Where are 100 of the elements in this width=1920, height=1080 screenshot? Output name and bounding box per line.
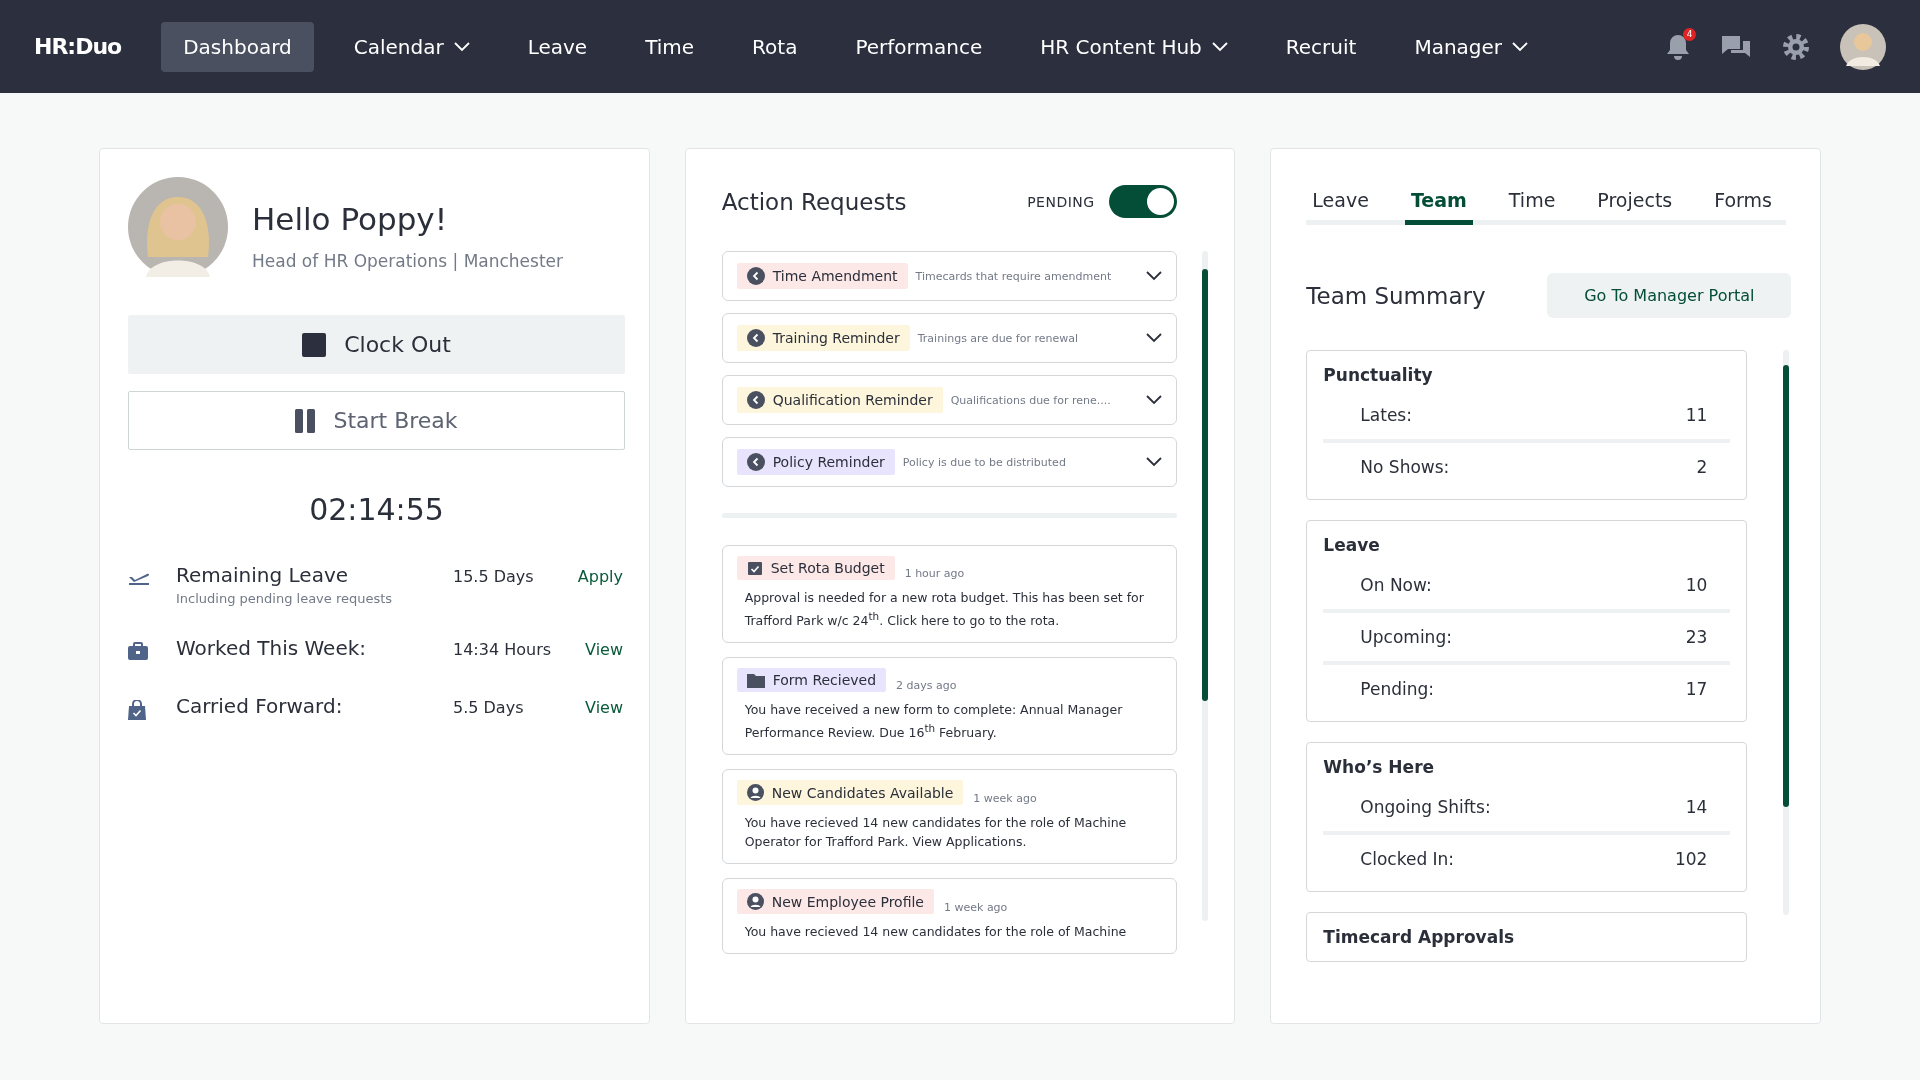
- tab[interactable]: Forms: [1708, 189, 1778, 225]
- request-description: Policy is due to be distributed: [902, 455, 1066, 469]
- stat-value: 15.5 Days: [453, 566, 535, 586]
- stop-icon: [302, 332, 327, 357]
- summary-value: 17: [1685, 679, 1708, 699]
- nav-item[interactable]: Leave: [505, 21, 610, 72]
- card-title: Action Requests: [721, 188, 907, 215]
- tab[interactable]: Time: [1502, 189, 1562, 225]
- notification-badge: 4: [1683, 27, 1696, 41]
- chevron-down-icon: [1145, 271, 1162, 281]
- logo[interactable]: HR:Duo: [34, 34, 122, 59]
- notification-card[interactable]: New Candidates Available 1 week ago You have recieved 14 new candidates for the role of Machine Operator for Trafford Park. View Applications.: [721, 769, 1177, 865]
- chevron-down-icon: [1145, 333, 1162, 343]
- summary-value: 14: [1685, 797, 1708, 817]
- group-title: Who’s Here: [1323, 757, 1436, 777]
- stat-link[interactable]: View: [563, 694, 623, 717]
- nav-item[interactable]: Manager: [1392, 21, 1551, 72]
- job-title: Head of HR Operations | Manchester: [252, 251, 564, 271]
- request-description: Qualifications due for rene....: [950, 393, 1111, 407]
- notification-text: You have recieved 14 new candidates for the role of Machine Operator for Trafford Park. View Applications.: [743, 814, 1128, 852]
- clock-out-button[interactable]: Clock Out: [128, 315, 625, 374]
- tab[interactable]: Leave: [1306, 189, 1375, 225]
- request-tag: Qualification Reminder: [736, 387, 943, 413]
- stat-label: Worked This Week:: [176, 636, 368, 660]
- request-description: Timecards that require amendment: [915, 269, 1112, 283]
- section-title: Team Summary: [1306, 282, 1486, 309]
- nav-item[interactable]: Recruit: [1263, 21, 1379, 72]
- briefcase-icon: [128, 642, 148, 660]
- summary-value: 11: [1685, 405, 1708, 425]
- chevron-down-icon: [1512, 41, 1529, 52]
- chevron-down-icon: [1211, 41, 1228, 52]
- scrollbar[interactable]: [1783, 350, 1790, 915]
- notification-time: 1 week ago: [944, 901, 1008, 915]
- scrollbar[interactable]: [1201, 251, 1208, 921]
- request-row[interactable]: Policy Reminder Policy is due to be distributed: [721, 437, 1177, 487]
- nav-item[interactable]: HR Content Hub: [1018, 21, 1250, 72]
- toggle-label: PENDING: [1027, 193, 1095, 210]
- notification-tag: New Candidates Available: [736, 780, 964, 806]
- request-row[interactable]: Qualification Reminder Qualifications due for rene....: [721, 375, 1177, 425]
- notification-tag: New Employee Profile: [736, 889, 934, 915]
- notification-tag: Set Rota Budget: [736, 556, 895, 580]
- nav-item[interactable]: Performance: [833, 21, 1005, 72]
- manager-portal-button[interactable]: Go To Manager Portal: [1547, 273, 1792, 318]
- pause-icon: [295, 408, 316, 433]
- request-tag: Time Amendment: [736, 263, 908, 289]
- request-row[interactable]: Training Reminder Trainings are due for renewal: [721, 313, 1177, 363]
- notification-time: 1 hour ago: [904, 567, 965, 580]
- summary-label: On Now:: [1360, 575, 1432, 595]
- chevron-down-icon: [1145, 457, 1162, 467]
- notification-card[interactable]: New Employee Profile 1 week ago You have recieved 14 new candidates for the role of Machine: [721, 878, 1177, 955]
- summary-label: Clocked In:: [1360, 849, 1455, 869]
- stat-note: Including pending leave requests: [176, 591, 394, 606]
- notification-text: Approval is needed for a new rota budget. This has been set for Trafford Park w/c 24$^{th}$. Click here to go to the rota.: [743, 589, 1145, 631]
- summary-value: 23: [1685, 627, 1708, 647]
- group-title: Timecard Approvals: [1323, 927, 1516, 947]
- summary-label: No Shows:: [1360, 457, 1450, 477]
- summary-label: Upcoming:: [1360, 627, 1452, 647]
- chat-icon[interactable]: [1720, 33, 1752, 60]
- settings-icon[interactable]: [1782, 32, 1810, 61]
- folder-icon: [746, 672, 765, 688]
- stat-value: 5.5 Days: [453, 697, 525, 717]
- group-title: Punctuality: [1323, 365, 1434, 385]
- nav-item[interactable]: Calendar: [331, 21, 492, 72]
- timer: 02:14:55: [308, 492, 445, 527]
- request-description: Trainings are due for renewal: [917, 331, 1079, 345]
- pending-toggle[interactable]: [1108, 185, 1177, 218]
- start-break-button[interactable]: Start Break: [128, 391, 625, 450]
- chevron-down-icon: [453, 41, 470, 52]
- nav-item[interactable]: Rota: [730, 21, 820, 72]
- summary-label: Ongoing Shifts:: [1360, 797, 1491, 817]
- tab[interactable]: Projects: [1591, 189, 1679, 225]
- user-icon: [746, 893, 764, 911]
- request-row[interactable]: Time Amendment Timecards that require amendment: [721, 251, 1177, 301]
- nav-item[interactable]: Dashboard: [161, 21, 314, 72]
- stat-value: 14:34 Hours: [453, 639, 553, 659]
- stat-link[interactable]: Apply: [563, 563, 623, 586]
- avatar[interactable]: [1840, 23, 1886, 70]
- stat-label: Remaining Leave: [176, 563, 350, 587]
- notification-tag: Form Recieved: [736, 668, 887, 693]
- notification-time: 1 week ago: [973, 792, 1037, 806]
- summary-value: 102: [1674, 849, 1708, 869]
- nav-item[interactable]: Time: [623, 21, 717, 72]
- tab[interactable]: Team: [1404, 189, 1473, 225]
- notification-text: You have received a new form to complete: Annual Manager Performance Review. Due 16$^{th}$ February.: [743, 701, 1124, 743]
- summary-label: Lates:: [1360, 405, 1412, 425]
- notification-time: 2 days ago: [896, 679, 957, 693]
- user-icon: [746, 784, 764, 802]
- request-tag: Policy Reminder: [736, 449, 895, 475]
- calendar-check-icon: [746, 560, 763, 576]
- notification-text: You have recieved 14 new candidates for the role of Machine: [743, 923, 1128, 942]
- chevron-down-icon: [1145, 395, 1162, 405]
- request-tag: Training Reminder: [736, 325, 910, 351]
- group-title: Leave: [1323, 535, 1381, 555]
- summary-value: 10: [1685, 575, 1708, 595]
- notification-card[interactable]: Form Recieved 2 days ago You have received a new form to complete: Annual Manager Performance Review. Due 16$^{th}$ February.: [721, 657, 1177, 756]
- stat-link[interactable]: View: [563, 636, 623, 659]
- summary-label: Pending:: [1360, 679, 1435, 699]
- shopping-bag-icon: [128, 700, 146, 720]
- summary-value: 2: [1696, 457, 1708, 477]
- notification-card[interactable]: Set Rota Budget 1 hour ago Approval is needed for a new rota budget. This has been set for Trafford Park w/c 24$^{th}$. Click here to go to the rota.: [721, 545, 1177, 644]
